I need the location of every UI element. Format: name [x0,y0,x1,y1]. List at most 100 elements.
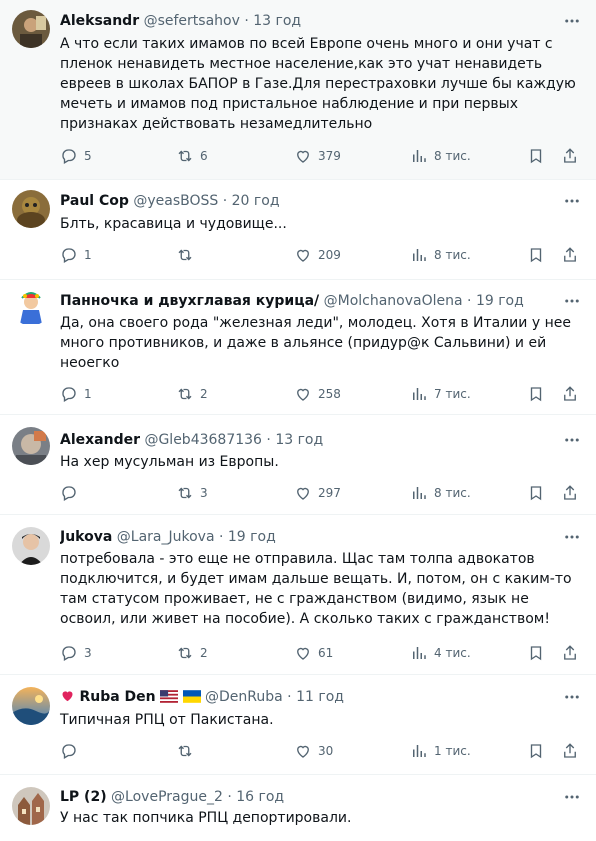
avatar[interactable] [12,427,50,465]
views-button[interactable]: 1 тис. [410,741,471,761]
reply-item[interactable]: LP (2) @LovePrague_2 · 16 год У нас так … [0,775,596,841]
like-button[interactable]: 30 [294,741,333,761]
share-button[interactable] [561,146,579,166]
reply-button[interactable] [60,483,84,503]
avatar[interactable] [12,190,50,228]
bookmark-button[interactable] [527,384,545,404]
display-name[interactable]: Paul Cop [60,193,129,209]
more-dots-icon [565,535,579,539]
share-button[interactable] [561,384,579,404]
repost-button[interactable] [176,245,200,265]
bookmark-button[interactable] [527,146,545,166]
timestamp[interactable]: 13 год [275,432,323,448]
timestamp[interactable]: 11 год [296,689,344,705]
repost-button[interactable]: 3 [176,483,208,503]
views-button[interactable]: 8 тис. [410,483,471,503]
repost-button[interactable]: 6 [176,146,208,166]
user-handle[interactable]: @LovePrague_2 [111,789,223,805]
repost-count: 6 [200,149,208,163]
reply-count: 1 [84,387,92,401]
more-dots-icon [565,695,579,699]
user-handle[interactable]: @yeasBOSS [133,193,218,209]
share-button[interactable] [561,245,579,265]
timestamp[interactable]: 20 год [232,193,280,209]
avatar[interactable] [12,527,50,565]
reply-text: У нас так попчика РПЦ депортировали. [60,810,352,826]
reply-header: Jukova @Lara_Jukova · 19 год [60,528,556,546]
reply-item[interactable]: Paul Cop @yeasBOSS · 20 год Блть, красав… [0,180,596,280]
repost-button[interactable]: 2 [176,384,208,404]
like-button[interactable]: 209 [294,245,341,265]
views-icon [413,745,426,757]
views-button[interactable]: 8 тис. [410,245,471,265]
reply-button[interactable] [60,741,84,761]
reply-item[interactable]: Aleksandr @sefertsahov · 13 год А что ес… [0,0,596,180]
more-options-button[interactable] [560,528,584,546]
timestamp[interactable]: 13 год [253,13,301,29]
reply-button[interactable]: 1 [60,384,92,404]
repost-count: 2 [200,646,208,660]
timestamp[interactable]: 16 год [236,789,284,805]
like-button[interactable]: 258 [294,384,341,404]
user-handle[interactable]: @sefertsahov [144,13,240,29]
like-count: 61 [318,646,334,660]
bookmark-button[interactable] [527,741,545,761]
more-options-button[interactable] [560,788,584,806]
avatar[interactable] [12,10,50,48]
timestamp[interactable]: 19 год [228,529,276,545]
views-count: 4 тис. [434,646,471,660]
timestamp[interactable]: 19 год [476,293,524,309]
avatar[interactable] [12,787,50,825]
bookmark-button[interactable] [527,643,545,663]
action-bar: 3 2 61 4 тис. [60,643,588,663]
reply-item[interactable]: Ruba Den @DenRuba · 11 год Типичная РПЦ … [0,675,596,775]
more-options-button[interactable] [560,431,584,449]
bookmark-button[interactable] [527,483,545,503]
reply-button[interactable]: 3 [60,643,92,663]
display-name[interactable]: LP (2) [60,789,107,805]
like-count: 258 [318,387,341,401]
more-options-button[interactable] [560,688,584,706]
reply-item[interactable]: Jukova @Lara_Jukova · 19 год потребовала… [0,515,596,675]
display-name[interactable]: Aleksandr [60,13,139,29]
user-handle[interactable]: @MolchanovaOlena [324,293,463,309]
like-button[interactable]: 297 [294,483,341,503]
views-icon [413,150,426,162]
user-handle[interactable]: @DenRuba [205,689,283,705]
reply-button[interactable]: 1 [60,245,92,265]
reply-item[interactable]: Alexander @Gleb43687136 · 13 год На хер … [0,415,596,515]
like-button[interactable]: 61 [294,643,333,663]
display-name[interactable]: Alexander [60,432,140,448]
share-button[interactable] [561,643,579,663]
reply-count: 1 [84,248,92,262]
more-options-button[interactable] [560,192,584,210]
repost-button[interactable] [176,741,200,761]
action-bar: 1 209 8 тис. [60,245,588,265]
display-name[interactable]: Панночка и двухглавая курица/ [60,293,319,309]
avatar[interactable] [12,687,50,725]
reply-text: потребовала - это еще не отправила. Щас … [60,551,572,627]
display-name[interactable]: Ruba Den [79,689,155,705]
reply-item[interactable]: Панночка и двухглавая курица/ @Molchanov… [0,280,596,415]
views-button[interactable]: 7 тис. [410,384,471,404]
views-button[interactable]: 8 тис. [410,146,471,166]
reply-count: 5 [84,149,92,163]
bookmark-icon [530,248,542,263]
user-handle[interactable]: @Gleb43687136 [144,432,262,448]
share-button[interactable] [561,483,579,503]
repost-button[interactable]: 2 [176,643,208,663]
avatar[interactable] [12,288,50,326]
ua-flag-icon [182,690,201,708]
bookmark-button[interactable] [527,245,545,265]
user-handle[interactable]: @Lara_Jukova [117,529,215,545]
display-name[interactable]: Jukova [60,529,112,545]
more-options-button[interactable] [560,12,584,30]
like-icon [297,150,309,163]
like-button[interactable]: 379 [294,146,341,166]
share-button[interactable] [561,741,579,761]
reply-button[interactable]: 5 [60,146,92,166]
views-count: 8 тис. [434,248,471,262]
views-button[interactable]: 4 тис. [410,643,471,663]
views-icon [413,487,426,499]
more-options-button[interactable] [560,292,584,310]
